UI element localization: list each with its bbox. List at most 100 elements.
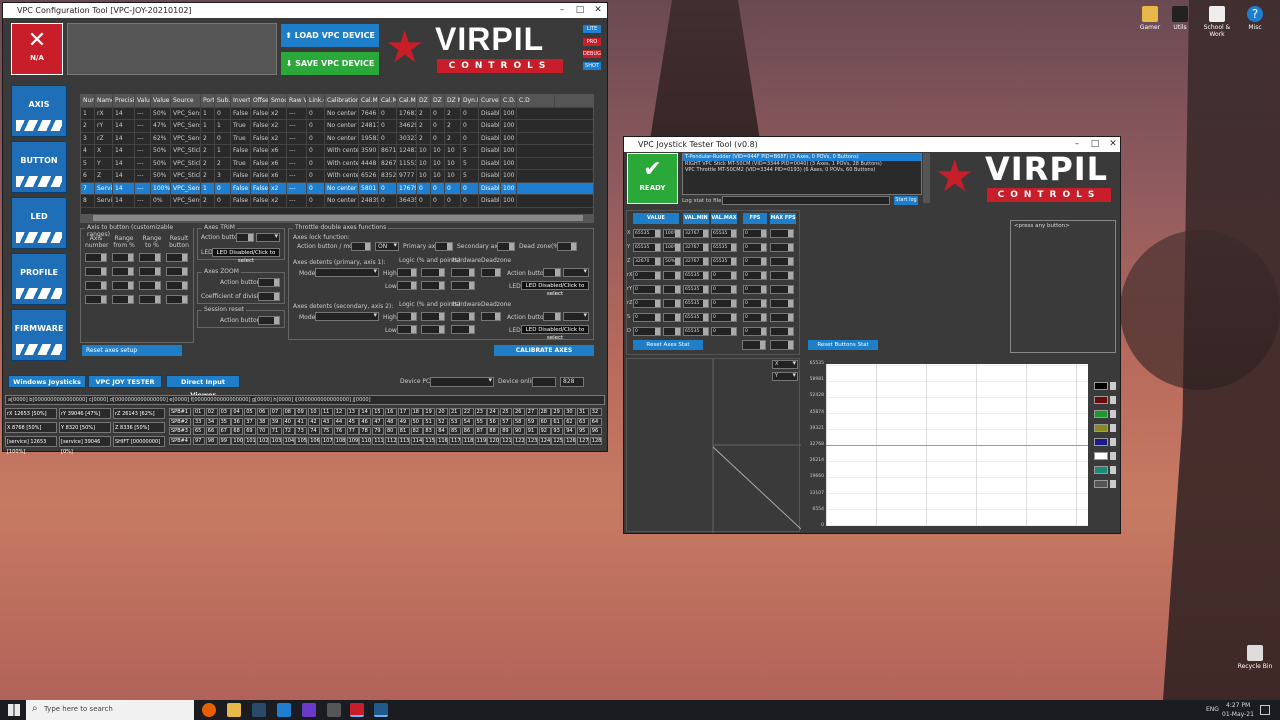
- minimize-icon[interactable]: –: [553, 3, 571, 18]
- legend-dropdown[interactable]: [1110, 424, 1116, 432]
- tester-value-spinner[interactable]: 0: [743, 299, 767, 308]
- tester-value-spinner[interactable]: 32670: [633, 257, 661, 266]
- detent2-hw-spinner[interactable]: [451, 312, 475, 321]
- deadzone-spinner[interactable]: [557, 242, 577, 251]
- trim-action-spinner[interactable]: [236, 233, 254, 242]
- tester-value-spinner[interactable]: 65535: [683, 313, 709, 322]
- tester-value-spinner[interactable]: [770, 327, 794, 336]
- tester-value-spinner[interactable]: 32767: [683, 243, 709, 252]
- tab-windows-joysticks[interactable]: Windows Joysticks: [8, 375, 86, 388]
- legend-swatch[interactable]: [1094, 452, 1108, 460]
- tester-value-spinner[interactable]: 65535: [683, 327, 709, 336]
- axis-to-button-spinner[interactable]: [139, 295, 161, 304]
- tester-value-spinner[interactable]: 0: [633, 299, 661, 308]
- tester-value-spinner[interactable]: 100%: [663, 229, 681, 238]
- tester-value-spinner[interactable]: 0: [743, 257, 767, 266]
- table-row[interactable]: 8Service14---0%VPC_Sens20FalseFalsex2---…: [81, 195, 593, 208]
- save-device-button[interactable]: ⬇ SAVE VPC DEVICE: [281, 52, 379, 75]
- detent1-hw-spinner[interactable]: [451, 268, 475, 277]
- detent1-action-spinner[interactable]: [543, 268, 561, 277]
- device-list[interactable]: T-Pendular-Rudder (VID=044F PID=B68F) (3…: [682, 153, 922, 195]
- tester-value-spinner[interactable]: 0: [711, 285, 737, 294]
- settings-icon[interactable]: [327, 703, 341, 717]
- table-row[interactable]: 1 rX 14 --- 50% VPC_Sens 1 0 False False x2 --- 0 No …: [81, 107, 593, 120]
- sidebar-led[interactable]: LED: [11, 197, 67, 249]
- sidebar-profile[interactable]: PROFILE: [11, 253, 67, 305]
- device-item[interactable]: VPC Throttle MT-50CM2 (VID=3344 PID=0193…: [683, 167, 921, 174]
- detent1-action-dropdown[interactable]: [563, 267, 589, 277]
- legend-dropdown[interactable]: [1110, 452, 1116, 460]
- desktop-folder-icon[interactable]: School & Work: [1197, 6, 1237, 38]
- status-box[interactable]: ✕ N/A: [11, 23, 63, 75]
- detent1-mode-dropdown[interactable]: [315, 267, 379, 277]
- tester-value-spinner[interactable]: 0: [711, 271, 737, 280]
- detent2-action-dropdown[interactable]: [563, 311, 589, 321]
- trim-action-dropdown[interactable]: [256, 232, 280, 242]
- tester-value-spinner[interactable]: 65535: [633, 243, 661, 252]
- tester-value-spinner[interactable]: 0: [743, 285, 767, 294]
- tester-value-spinner[interactable]: 0: [743, 327, 767, 336]
- tester-value-spinner[interactable]: 0: [711, 313, 737, 322]
- detent1-low-hw-spinner[interactable]: [451, 281, 475, 290]
- tester-value-spinner[interactable]: 0: [633, 285, 661, 294]
- tester-value-spinner[interactable]: 65535: [683, 285, 709, 294]
- vpc-config-taskbar-icon[interactable]: [350, 703, 364, 717]
- tester-value-spinner[interactable]: 0: [633, 313, 661, 322]
- primary-axis-spinner[interactable]: [435, 242, 453, 251]
- tester-value-spinner[interactable]: [770, 229, 794, 238]
- legend-dropdown[interactable]: [1110, 382, 1116, 390]
- tester-value-spinner[interactable]: [770, 257, 794, 266]
- tester-value-spinner[interactable]: 0: [711, 299, 737, 308]
- language-indicator[interactable]: ENG: [1206, 706, 1219, 713]
- tester-value-spinner[interactable]: [770, 271, 794, 280]
- table-row[interactable]: 2 rY 14 --- 47% VPC_Sens 1 1 True False x2 --- 0 No c…: [81, 120, 593, 133]
- tester-value-spinner[interactable]: [770, 285, 794, 294]
- axis-to-button-spinner[interactable]: [139, 253, 161, 262]
- legend-swatch[interactable]: [1094, 438, 1108, 446]
- axis-to-button-spinner[interactable]: [139, 281, 161, 290]
- tester-value-spinner[interactable]: 0: [633, 271, 661, 280]
- tab-direct-input-viewer[interactable]: Direct Input Viewer: [166, 375, 240, 399]
- trim-led-button[interactable]: LED Disabled/Click to select: [212, 248, 280, 264]
- tester-value-spinner[interactable]: [770, 299, 794, 308]
- detent2-low-spinner[interactable]: [397, 325, 417, 334]
- detent2-high-points-spinner[interactable]: [421, 312, 445, 321]
- zoom-action-spinner[interactable]: [258, 278, 280, 287]
- maximize-icon[interactable]: □: [571, 3, 589, 18]
- tester-value-spinner[interactable]: [663, 313, 681, 322]
- vpc-tester-taskbar-icon[interactable]: [374, 703, 388, 717]
- legend-dropdown[interactable]: [1110, 396, 1116, 404]
- detent1-low-spinner[interactable]: [397, 281, 417, 290]
- desktop-folder-icon[interactable]: Utils: [1160, 6, 1200, 31]
- detent2-low-points-spinner[interactable]: [421, 325, 445, 334]
- session-action-spinner[interactable]: [258, 316, 280, 325]
- tester-value-spinner[interactable]: 65535: [633, 229, 661, 238]
- reset-axes-button[interactable]: Reset axes setup: [82, 345, 182, 356]
- load-device-button[interactable]: ⬆ LOAD VPC DEVICE: [281, 24, 379, 47]
- desktop-help-icon[interactable]: ? Misc: [1235, 6, 1275, 31]
- sidebar-firmware[interactable]: FIRMWARE: [11, 309, 67, 361]
- tester-value-spinner[interactable]: 0: [743, 313, 767, 322]
- detent1-dz-spinner[interactable]: [481, 268, 501, 277]
- close-icon[interactable]: ✕: [589, 3, 607, 18]
- detent1-led-button[interactable]: LED Disabled/Click to select: [521, 281, 589, 297]
- tester-value-spinner[interactable]: 0: [633, 327, 661, 336]
- table-scrollbar[interactable]: [81, 213, 593, 222]
- lock-action-spinner[interactable]: [351, 242, 371, 251]
- legend-swatch[interactable]: [1094, 382, 1108, 390]
- tester-value-spinner[interactable]: [770, 243, 794, 252]
- axis-to-button-spinner[interactable]: [166, 253, 188, 262]
- detent1-high-points-spinner[interactable]: [421, 268, 445, 277]
- axis-to-button-spinner[interactable]: [112, 295, 134, 304]
- legend-dropdown[interactable]: [1110, 466, 1116, 474]
- tester-value-spinner[interactable]: 65535: [711, 257, 737, 266]
- axis-to-button-spinner[interactable]: [166, 267, 188, 276]
- zoom-coef-spinner[interactable]: [258, 292, 280, 301]
- table-row[interactable]: 6 Z 14 --- 50% VPC_Stick 2 3 False False x6 --- 0 Wit…: [81, 170, 593, 183]
- tester-value-spinner[interactable]: [663, 327, 681, 336]
- notification-icon[interactable]: [1260, 705, 1270, 715]
- detent2-high-spinner[interactable]: [397, 312, 417, 321]
- explorer-icon[interactable]: [227, 703, 241, 717]
- clock-date[interactable]: 01-May-21: [1222, 711, 1254, 718]
- legend-swatch[interactable]: [1094, 410, 1108, 418]
